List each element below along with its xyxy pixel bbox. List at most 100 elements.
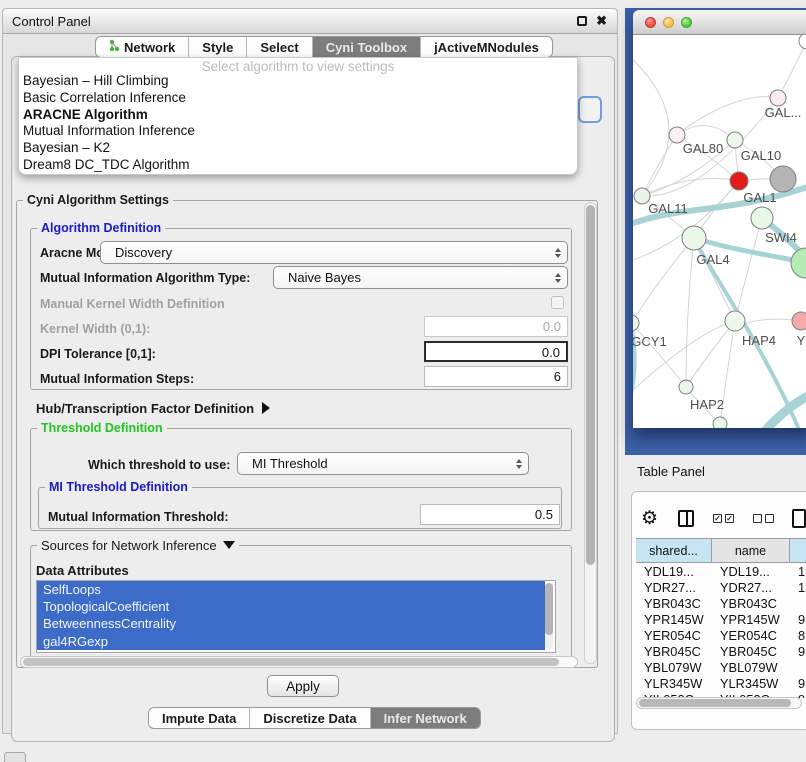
table-row[interactable]: YBR045CYBR045C9. <box>636 643 806 659</box>
bottom-tab-discretize-data[interactable]: Discretize Data <box>249 708 369 728</box>
node-GCY1[interactable] <box>633 315 639 331</box>
list-scrollbar[interactable] <box>545 583 553 649</box>
table-row[interactable]: YBR043CYBR043C <box>636 595 806 611</box>
column-header[interactable]: name <box>712 539 790 562</box>
settings-vertical-scrollbar[interactable] <box>584 202 597 664</box>
tab-network[interactable]: Network <box>96 37 188 57</box>
network-canvas[interactable]: GAL...GAL80GAL10GAL1GAL11SWI4GAL4GCY1HAP… <box>633 35 806 428</box>
mac-zoom-button[interactable] <box>681 17 692 28</box>
float-icon[interactable] <box>577 16 587 26</box>
algorithm-option[interactable]: Dream8 DC_TDC Algorithm <box>19 157 577 174</box>
node-GAL10-label: GAL10 <box>741 148 781 163</box>
attribute-item-selected[interactable]: gal4RGexp <box>37 633 545 650</box>
node-GAL1[interactable] <box>730 172 748 190</box>
settings-horizontal-scrollbar[interactable] <box>20 656 578 668</box>
column-header[interactable]: shared... <box>636 539 712 562</box>
kernel-width-label: Kernel Width (0,1): <box>40 322 150 336</box>
table-cell: YBL079W <box>636 660 712 675</box>
tab-cyni-toolbox[interactable]: Cyni Toolbox <box>312 37 420 57</box>
tab-select[interactable]: Select <box>246 37 311 57</box>
table-cell: YDL19... <box>712 564 790 579</box>
gear-icon[interactable]: ⚙ <box>641 507 658 530</box>
node-HAP2[interactable] <box>679 380 693 394</box>
table-row[interactable]: YDR27...YDR27...12 <box>636 579 806 595</box>
table-row[interactable]: YDL19...YDL19...13 <box>636 563 806 579</box>
node-big-green[interactable] <box>791 248 806 278</box>
node-HAP2-label: HAP2 <box>690 397 724 412</box>
apply-button[interactable]: Apply <box>267 675 339 697</box>
spinner-icon <box>549 273 567 283</box>
which-threshold-combo[interactable]: MI Threshold <box>237 452 529 475</box>
table-rows: YDL19...YDL19...13YDR27...YDR27...12YBR0… <box>636 563 806 698</box>
attribute-item-selected[interactable]: BetweennessCentrality <box>37 615 545 632</box>
sources-title[interactable]: Sources for Network Inference <box>37 538 239 553</box>
hub-definition-toggle[interactable]: Hub/Transcription Factor Definition <box>36 401 270 416</box>
mac-close-button[interactable] <box>645 17 656 28</box>
data-attributes-list[interactable]: SelfLoopsTopologicalCoefficientBetweenne… <box>36 580 556 653</box>
column-header[interactable] <box>790 539 806 562</box>
table-cell: YPR145W <box>712 612 790 627</box>
manual-kernel-width-checkbox[interactable] <box>551 296 564 309</box>
node-GAL11-label: GAL11 <box>648 201 688 216</box>
collapsed-arrow-icon[interactable] <box>262 402 270 414</box>
aracne-mode-combo[interactable]: Discovery <box>100 241 568 264</box>
node-SWI4[interactable] <box>751 207 773 229</box>
table-row[interactable]: YPR145WYPR145W9. <box>636 611 806 627</box>
network-window-titlebar <box>633 10 806 35</box>
node-HAP4[interactable] <box>725 311 745 331</box>
table-cell: 13 <box>790 564 806 579</box>
node-GAL4-label: GAL4 <box>696 252 729 267</box>
table-cell: 8. <box>790 628 806 643</box>
node-GAL10[interactable] <box>727 132 743 148</box>
cyni-algorithm-settings-title: Cyni Algorithm Settings <box>23 193 173 207</box>
bottom-tab-strip: Impute DataDiscretize DataInfer Network <box>148 707 481 729</box>
node-GAL1-label: GAL1 <box>743 190 776 205</box>
algorithm-option[interactable]: Bayesian – K2 <box>19 140 577 157</box>
table-cell: YER054C <box>636 628 712 643</box>
node-pink-right[interactable] <box>792 312 806 330</box>
mi-threshold-field[interactable]: 0.5 <box>420 504 560 525</box>
expanded-arrow-icon[interactable] <box>223 541 235 549</box>
node-top-partial[interactable] <box>799 35 806 49</box>
algorithm-option[interactable]: Bayesian – Hill Climbing <box>19 73 577 90</box>
kernel-width-field[interactable]: 0.0 <box>424 316 568 337</box>
node-gal-top[interactable] <box>770 90 786 106</box>
bottom-tab-impute-data[interactable]: Impute Data <box>149 708 249 728</box>
dpi-tolerance-field[interactable]: 0.0 <box>424 341 568 362</box>
tab-jactivemnodules[interactable]: jActiveMNodules <box>420 37 552 57</box>
table-cell: YBR043C <box>712 596 790 611</box>
table-cell: YBR045C <box>712 644 790 659</box>
attribute-item-selected[interactable]: SelfLoops <box>37 581 545 598</box>
split-columns-icon[interactable] <box>678 510 694 527</box>
unchecked-boxes-icon[interactable] <box>753 514 774 523</box>
table-horizontal-scrollbar[interactable] <box>636 697 802 709</box>
table-panel-title: Table Panel <box>637 464 705 479</box>
bottom-tab-infer-network[interactable]: Infer Network <box>370 708 480 728</box>
checked-boxes-icon[interactable]: ✓✓ <box>713 514 734 523</box>
algorithm-option[interactable]: ARACNE Algorithm <box>19 107 577 124</box>
control-panel-tab-strip: NetworkStyleSelect Cyni Toolbox jActiveMNo… <box>95 36 553 58</box>
close-icon[interactable]: ✖ <box>596 14 607 28</box>
partial-button[interactable] <box>4 752 26 762</box>
table-row[interactable]: YBL079WYBL079W <box>636 660 806 676</box>
mi-algorithm-type-combo[interactable]: Naive Bayes <box>273 266 568 289</box>
tab-style[interactable]: Style <box>188 37 246 57</box>
dpi-tolerance-label: DPI Tolerance [0,1]: <box>40 347 156 361</box>
document-icon[interactable] <box>792 509 806 528</box>
mi-steps-field[interactable]: 6 <box>424 366 568 387</box>
algorithm-option[interactable]: Mutual Information Inference <box>19 123 577 140</box>
spinner-icon <box>510 459 528 469</box>
mac-minimize-button[interactable] <box>663 17 674 28</box>
attribute-item-selected[interactable]: TopologicalCoefficient <box>37 598 545 615</box>
node-gray[interactable] <box>770 166 796 192</box>
node-table: shared...name YDL19...YDL19...13YDR27...… <box>636 538 806 698</box>
mi-threshold-group-title: MI Threshold Definition <box>45 480 192 494</box>
node-bottom[interactable] <box>713 417 727 428</box>
node-GAL4[interactable] <box>682 226 706 250</box>
inference-combo-fragment[interactable] <box>578 96 602 123</box>
algorithm-option[interactable]: Basic Correlation Inference <box>19 90 577 107</box>
table-cell: YBL079W <box>712 660 790 675</box>
table-row[interactable]: YER054CYER054C8. <box>636 627 806 643</box>
tab-label: Cyni Toolbox <box>326 40 407 55</box>
table-row[interactable]: YLR345WYLR345W9. <box>636 676 806 692</box>
